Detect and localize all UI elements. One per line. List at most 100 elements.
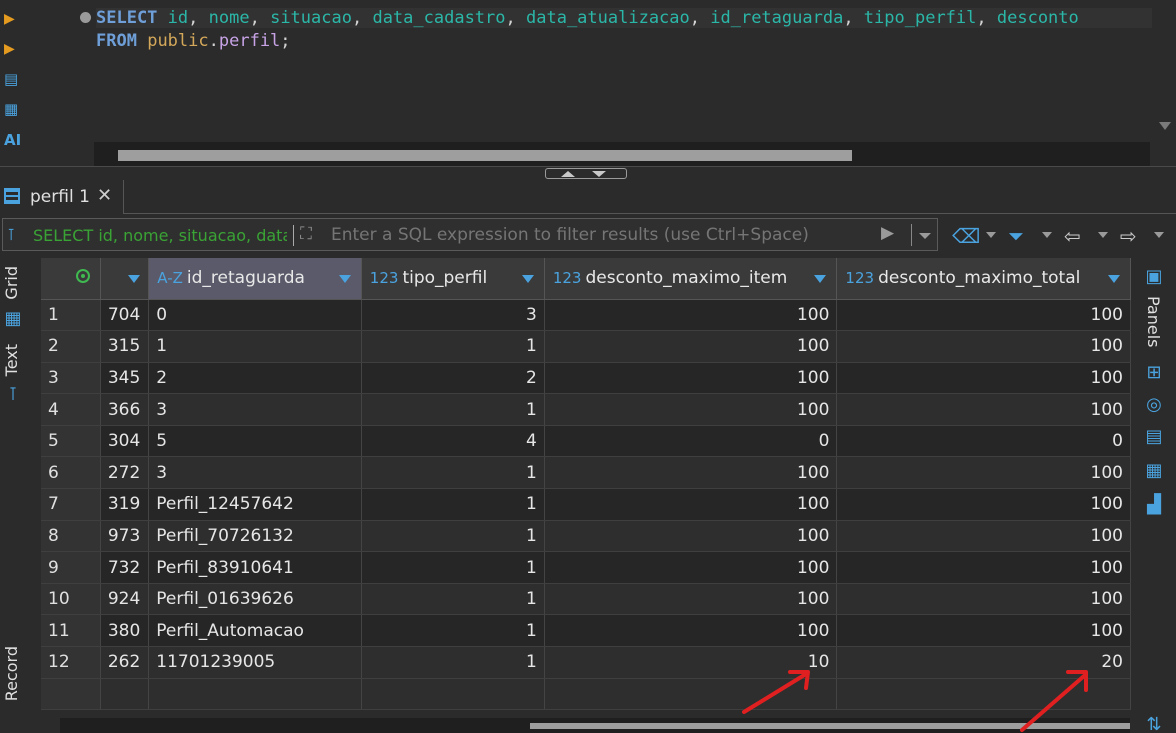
- cell-desconto-maximo-total[interactable]: 100: [836, 456, 1131, 490]
- cell-tipo-perfil[interactable]: 1: [361, 488, 545, 521]
- row-number[interactable]: 5: [41, 425, 101, 458]
- dashboard-icon[interactable]: ▟: [1143, 494, 1165, 516]
- expand-editor-icon[interactable]: ⛶: [300, 224, 312, 244]
- back-arrow-icon[interactable]: ⇦: [1064, 224, 1081, 248]
- filter-input[interactable]: [331, 225, 871, 245]
- cell-id[interactable]: 732: [100, 551, 150, 584]
- cell-tipo-perfil[interactable]: 1: [361, 551, 545, 584]
- table-row[interactable]: 5 304 5 4 0 0: [41, 425, 1131, 458]
- cell-id-retaguarda[interactable]: 5: [148, 425, 362, 458]
- cell-tipo-perfil[interactable]: 1: [361, 456, 545, 490]
- row-number[interactable]: 1: [41, 299, 101, 332]
- panel-splitter[interactable]: [0, 166, 1176, 180]
- table-row[interactable]: 3 345 2 2 100 100: [41, 362, 1131, 395]
- table-row[interactable]: 11 380 Perfil_Automacao 1 100 100: [41, 614, 1131, 648]
- cell-desconto-maximo-total[interactable]: 0: [836, 425, 1131, 458]
- cell-id-retaguarda[interactable]: Perfil_Automacao: [148, 614, 362, 648]
- cell-id-retaguarda[interactable]: Perfil_83910641: [148, 551, 362, 584]
- cell-tipo-perfil[interactable]: 4: [361, 425, 545, 458]
- sort-icon[interactable]: [128, 275, 141, 283]
- cell-id-retaguarda[interactable]: 0: [148, 299, 362, 332]
- cell-desconto-maximo-item[interactable]: 10: [544, 646, 838, 679]
- cell-tipo-perfil[interactable]: 1: [361, 583, 545, 616]
- row-number[interactable]: 4: [41, 393, 101, 426]
- chevron-down-icon[interactable]: [986, 232, 996, 238]
- maximize-editor-icon[interactable]: [561, 171, 575, 177]
- column-header[interactable]: 123 tipo_perfil: [361, 258, 545, 300]
- filter-history-dropdown[interactable]: [911, 224, 937, 246]
- table-row[interactable]: 12 262 11701239005 1 10 20: [41, 646, 1131, 679]
- chevron-down-icon[interactable]: [1098, 232, 1108, 238]
- cell-id-retaguarda[interactable]: 2: [148, 362, 362, 395]
- row-number-header[interactable]: [41, 258, 101, 300]
- sort-icon[interactable]: [814, 275, 827, 283]
- table-row[interactable]: 1 704 0 3 100 100: [41, 299, 1131, 332]
- cell-tipo-perfil[interactable]: 3: [361, 299, 545, 332]
- cell-id[interactable]: 319: [100, 488, 150, 521]
- cell-desconto-maximo-total[interactable]: 100: [836, 330, 1131, 363]
- cell-desconto-maximo-total[interactable]: 100: [836, 393, 1131, 426]
- cell-tipo-perfil[interactable]: 1: [361, 393, 545, 426]
- cell-desconto-maximo-item[interactable]: 100: [544, 583, 838, 616]
- cell-tipo-perfil[interactable]: 2: [361, 362, 545, 395]
- sort-icon[interactable]: [521, 275, 534, 283]
- column-header[interactable]: 123 desconto_maximo_total: [836, 258, 1131, 300]
- panels-icon[interactable]: ▣: [1143, 266, 1165, 288]
- grid-horizontal-scrollbar[interactable]: [60, 718, 1130, 733]
- load-script-icon[interactable]: ▦: [4, 100, 20, 118]
- cell-tipo-perfil[interactable]: 1: [361, 520, 545, 553]
- cell-id[interactable]: 924: [100, 583, 150, 616]
- column-header-id[interactable]: [100, 258, 150, 300]
- cell-desconto-maximo-total[interactable]: 100: [836, 551, 1131, 584]
- cell-id[interactable]: 315: [100, 330, 150, 363]
- eraser-icon[interactable]: ⌫: [952, 224, 980, 248]
- cell-id[interactable]: 304: [100, 425, 150, 458]
- cell-desconto-maximo-item[interactable]: 0: [544, 425, 838, 458]
- cell-id-retaguarda[interactable]: Perfil_12457642: [148, 488, 362, 521]
- row-number[interactable]: 8: [41, 520, 101, 553]
- cell-desconto-maximo-item[interactable]: 100: [544, 456, 838, 490]
- sql-editor[interactable]: SELECT id, nome, situacao, data_cadastro…: [24, 0, 1152, 142]
- cell-id[interactable]: 380: [100, 614, 150, 648]
- cell-id-retaguarda[interactable]: 11701239005: [148, 646, 362, 679]
- cell-tipo-perfil[interactable]: 1: [361, 646, 545, 679]
- cell-id-retaguarda[interactable]: Perfil_01639626: [148, 583, 362, 616]
- cell-id-retaguarda[interactable]: 3: [148, 393, 362, 426]
- table-row[interactable]: 10 924 Perfil_01639626 1 100 100: [41, 583, 1131, 616]
- filter-box[interactable]: ⊺ SELECT id, nome, situacao, data ⛶ ▶: [2, 218, 938, 251]
- sort-icon[interactable]: [338, 275, 351, 283]
- metadata-icon[interactable]: ▤: [1143, 426, 1165, 448]
- cell-desconto-maximo-total[interactable]: 100: [836, 520, 1131, 553]
- cell-desconto-maximo-total[interactable]: 100: [836, 299, 1131, 332]
- cell-id-retaguarda[interactable]: Perfil_70726132: [148, 520, 362, 553]
- cell-desconto-maximo-item[interactable]: 100: [544, 614, 838, 648]
- tab-text[interactable]: Text: [2, 344, 21, 376]
- cell-desconto-maximo-item[interactable]: 100: [544, 520, 838, 553]
- cell-id[interactable]: 272: [100, 456, 150, 490]
- tab-perfil-1[interactable]: perfil 1 ✕: [0, 180, 124, 214]
- close-icon[interactable]: ✕: [97, 185, 112, 206]
- cell-id-retaguarda[interactable]: 3: [148, 456, 362, 490]
- row-number[interactable]: 10: [41, 583, 101, 616]
- table-row[interactable]: 6 272 3 1 100 100: [41, 456, 1131, 490]
- cell-tipo-perfil[interactable]: 1: [361, 330, 545, 363]
- editor-horizontal-scrollbar[interactable]: [94, 142, 1150, 166]
- cell-desconto-maximo-item[interactable]: 100: [544, 551, 838, 584]
- references-icon[interactable]: ◎: [1143, 394, 1165, 416]
- cell-desconto-maximo-item[interactable]: 100: [544, 299, 838, 332]
- cell-id-retaguarda[interactable]: 1: [148, 330, 362, 363]
- column-header[interactable]: 123 desconto_maximo_item: [544, 258, 838, 300]
- calculator-icon[interactable]: ⊞: [1143, 362, 1165, 384]
- row-number[interactable]: 3: [41, 362, 101, 395]
- row-number[interactable]: 11: [41, 614, 101, 648]
- editor-vertical-scrollbar[interactable]: [1152, 0, 1176, 142]
- cell-desconto-maximo-item[interactable]: 100: [544, 330, 838, 363]
- execute-statement-icon[interactable]: ▶: [4, 10, 20, 28]
- cell-desconto-maximo-total[interactable]: 100: [836, 614, 1131, 648]
- table-row[interactable]: 7 319 Perfil_12457642 1 100 100: [41, 488, 1131, 521]
- execute-script-icon[interactable]: ▶: [4, 40, 20, 58]
- sort-icon[interactable]: [1108, 275, 1120, 283]
- split-view-icon[interactable]: ⇅: [1143, 714, 1165, 733]
- tab-record[interactable]: Record: [2, 646, 21, 701]
- grid-icon[interactable]: ▦: [2, 308, 24, 330]
